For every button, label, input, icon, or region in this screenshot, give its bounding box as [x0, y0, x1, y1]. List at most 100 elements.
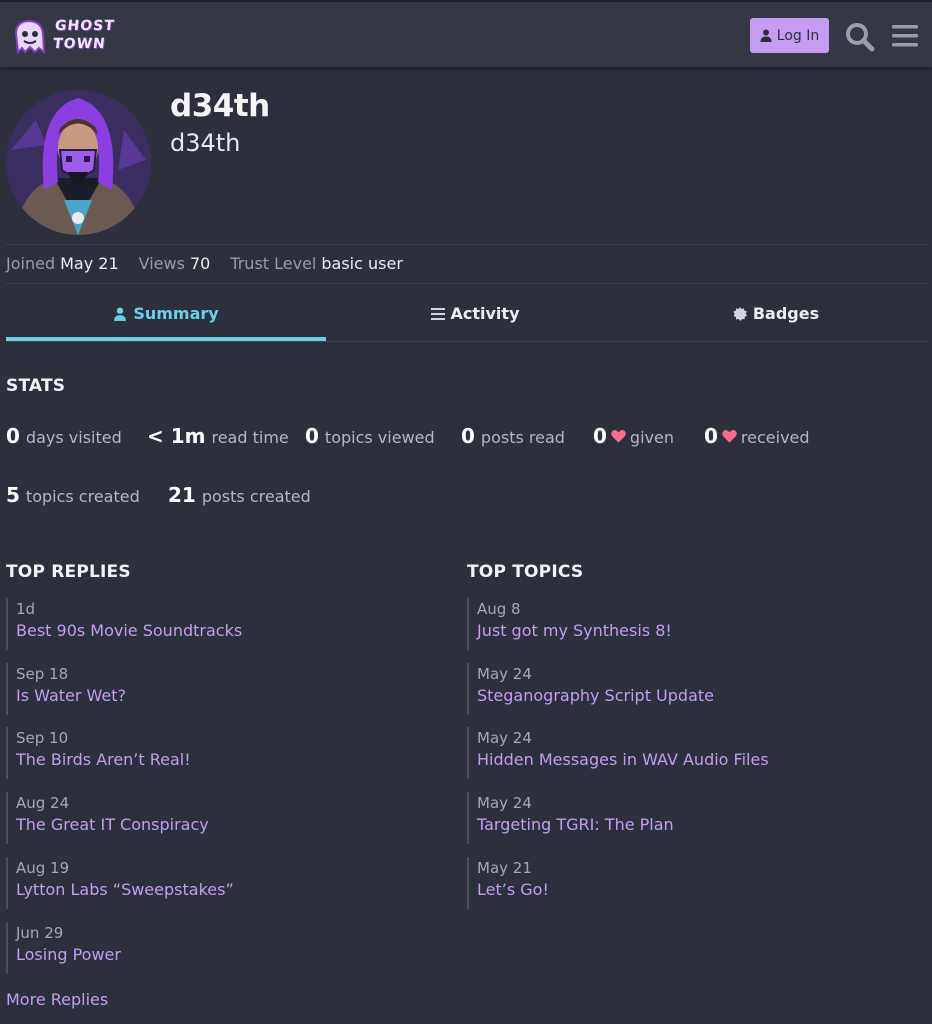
stat-label: days visited [25, 428, 122, 447]
tab-activity[interactable]: Activity [325, 286, 625, 341]
reply-item: Aug 19 Lytton Labs “Sweepstakes” [6, 857, 426, 909]
profile-username: d34th [170, 88, 270, 124]
top-topics-heading: TOP TOPICS [467, 562, 584, 582]
reply-date: Aug 24 [16, 794, 70, 812]
user-icon [760, 29, 772, 42]
stat-read-time: < 1m read time [147, 424, 289, 448]
stat-number: 21 [168, 483, 196, 507]
views-meta: Views 70 [139, 254, 211, 273]
ghost-town-logo[interactable]: GHOST TOWN [10, 14, 116, 58]
heart-icon [722, 429, 737, 443]
search-icon[interactable] [845, 22, 875, 52]
divider [6, 341, 928, 342]
logo-line-1: GHOST [54, 18, 116, 34]
joined-meta: Joined May 21 [6, 254, 119, 273]
topic-link[interactable]: Targeting TGRI: The Plan [477, 814, 887, 836]
topic-item: May 24 Steganography Script Update [467, 663, 887, 715]
reply-item: 1d Best 90s Movie Soundtracks [6, 598, 426, 650]
list-icon [430, 307, 445, 320]
topic-link[interactable]: Just got my Synthesis 8! [477, 620, 887, 642]
reply-date: Sep 10 [16, 729, 69, 747]
tab-activity-label: Activity [450, 304, 520, 323]
profile-full-name: d34th [170, 129, 241, 157]
stat-posts-created: 21 posts created [168, 483, 311, 507]
topic-link[interactable]: Let’s Go! [477, 879, 887, 901]
hamburger-menu-icon[interactable] [891, 23, 919, 49]
reply-topic-link[interactable]: Losing Power [16, 944, 426, 966]
stat-label: posts created [201, 487, 311, 506]
stat-days-visited: 0 days visited [6, 424, 122, 448]
stat-number: 0 [461, 424, 475, 448]
joined-value: May 21 [60, 254, 119, 273]
reply-topic-link[interactable]: Lytton Labs “Sweepstakes” [16, 879, 426, 901]
logo-line-2: TOWN [52, 36, 107, 52]
stat-number: 5 [6, 483, 20, 507]
topic-date: May 24 [477, 665, 532, 683]
stat-likes-received: 0 received [704, 424, 810, 448]
stat-topics-created: 5 topics created [6, 483, 140, 507]
topic-date: May 24 [477, 794, 532, 812]
stat-posts-read: 0 posts read [461, 424, 565, 448]
stats-heading: STATS [6, 376, 66, 396]
user-icon [114, 307, 127, 321]
topic-date: May 21 [477, 859, 532, 877]
login-button[interactable]: Log In [750, 18, 829, 53]
reply-date: 1d [16, 600, 36, 618]
reply-date: Sep 18 [16, 665, 69, 683]
stat-number: 0 [6, 424, 20, 448]
login-label: Log In [776, 27, 820, 44]
topic-date: May 24 [477, 729, 532, 747]
tab-summary-label: Summary [133, 304, 219, 323]
stat-label: posts read [480, 428, 565, 447]
reply-topic-link[interactable]: The Birds Aren’t Real! [16, 749, 426, 771]
joined-label: Joined [6, 254, 56, 273]
topic-item: May 24 Hidden Messages in WAV Audio File… [467, 727, 887, 779]
topic-date: Aug 8 [477, 600, 521, 618]
reply-topic-link[interactable]: Is Water Wet? [16, 685, 426, 707]
reply-item: Jun 29 Losing Power [6, 922, 426, 974]
certificate-icon [733, 306, 747, 321]
user-avatar [6, 90, 151, 235]
trust-level-value[interactable]: basic user [321, 254, 403, 273]
heart-icon [611, 429, 626, 443]
ghost-logo-icon [14, 19, 46, 55]
logo-wordmark: GHOST TOWN [52, 17, 116, 53]
tab-badges-label: Badges [752, 304, 820, 323]
stat-likes-given: 0 given [593, 424, 674, 448]
divider [6, 244, 928, 245]
topic-link[interactable]: Steganography Script Update [477, 685, 887, 707]
reply-topic-link[interactable]: Best 90s Movie Soundtracks [16, 620, 426, 642]
active-tab-indicator [6, 337, 326, 341]
reply-item: Sep 18 Is Water Wet? [6, 663, 426, 715]
reply-date: Aug 19 [16, 859, 70, 877]
stat-topics-viewed: 0 topics viewed [305, 424, 435, 448]
reply-topic-link[interactable]: The Great IT Conspiracy [16, 814, 426, 836]
topic-item: May 21 Let’s Go! [467, 857, 887, 909]
stat-label: read time [211, 428, 289, 447]
stat-label: given [629, 428, 674, 447]
more-replies-link[interactable]: More Replies [6, 990, 108, 1009]
trust-level-label: Trust Level [230, 254, 317, 273]
stat-label: topics viewed [324, 428, 435, 447]
reply-item: Aug 24 The Great IT Conspiracy [6, 792, 426, 844]
topic-item: May 24 Targeting TGRI: The Plan [467, 792, 887, 844]
stat-label: received [740, 428, 810, 447]
tab-badges[interactable]: Badges [626, 286, 926, 341]
reply-date: Jun 29 [16, 924, 64, 942]
site-header: GHOST TOWN Log In [0, 0, 932, 67]
avatar-image [6, 90, 151, 235]
tab-summary[interactable]: Summary [16, 286, 316, 341]
top-replies-heading: TOP REPLIES [6, 562, 131, 582]
divider [6, 283, 928, 284]
stat-number: 0 [704, 424, 718, 448]
topic-link[interactable]: Hidden Messages in WAV Audio Files [477, 749, 887, 771]
views-value: 70 [189, 254, 211, 273]
stat-number: 0 [593, 424, 607, 448]
reply-item: Sep 10 The Birds Aren’t Real! [6, 727, 426, 779]
views-label: Views [138, 254, 185, 273]
trust-level-meta: Trust Level basic user [230, 254, 403, 273]
stat-number: 0 [305, 424, 319, 448]
topic-item: Aug 8 Just got my Synthesis 8! [467, 598, 887, 650]
stat-number: < 1m [147, 424, 206, 448]
stat-label: topics created [25, 487, 140, 506]
